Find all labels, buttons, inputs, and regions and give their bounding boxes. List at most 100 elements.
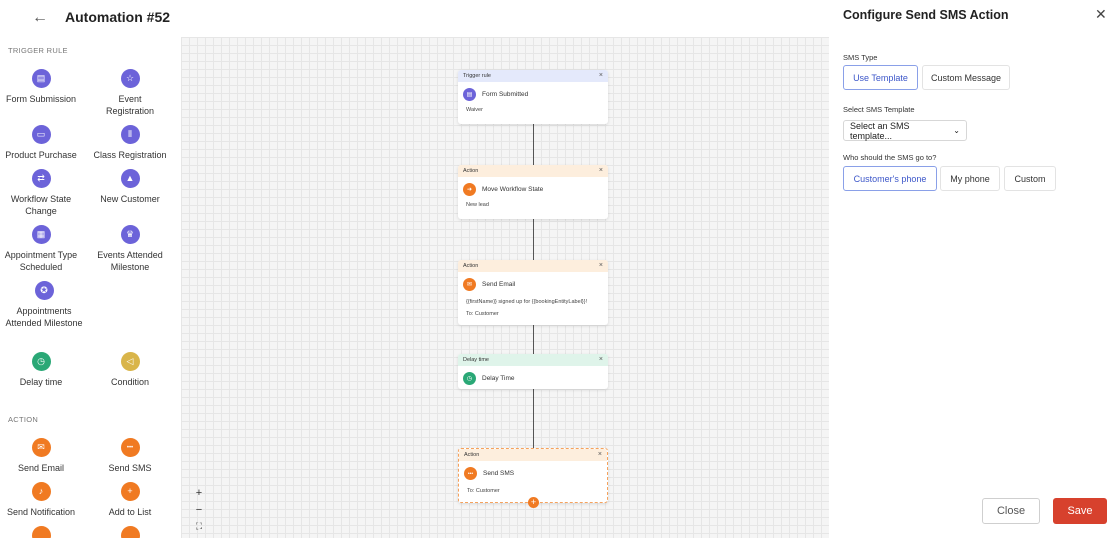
node-title: Send SMS: [483, 470, 515, 477]
palette-more-action[interactable]: [85, 526, 175, 538]
palette-label: Workflow State Change: [10, 194, 72, 216]
email-icon: ✉: [31, 438, 51, 457]
node-header-label: Action: [463, 168, 479, 174]
node-row: ▤ Form Submitted: [458, 82, 608, 101]
flow-node-action[interactable]: Action × ✉ Send Email {{firstName}} sign…: [458, 260, 608, 325]
node-header: Action ×: [458, 165, 608, 177]
palette-label: Form Submission: [5, 94, 77, 104]
palette-new-customer[interactable]: ▲ New Customer: [85, 169, 175, 205]
back-arrow-icon[interactable]: ←: [30, 8, 50, 28]
palette-label: Event Registration: [105, 94, 155, 116]
swap-icon: ⇄: [31, 169, 51, 188]
palette-send-sms[interactable]: ••• Send SMS: [85, 438, 175, 474]
palette-product-purchase[interactable]: ▭ Product Purchase: [0, 125, 86, 161]
trophy-icon: ♛: [120, 225, 140, 244]
close-icon[interactable]: ✕: [1095, 6, 1107, 23]
recipient-label: Who should the SMS go to?: [843, 153, 937, 162]
zoom-controls: + − ⛶: [191, 487, 207, 536]
palette-appointments-attended-milestone[interactable]: ✪ Appointments Attended Milestone: [0, 281, 89, 329]
node-title: Delay Time: [482, 375, 515, 382]
panel-title: Configure Send SMS Action: [843, 8, 1009, 22]
palette-label: Condition: [110, 377, 150, 387]
zoom-out-button[interactable]: −: [191, 504, 207, 519]
palette-add-to-list[interactable]: + Add to List: [85, 482, 175, 518]
palette-event-registration[interactable]: ☆ Event Registration: [85, 69, 175, 117]
flow-node-action[interactable]: Action × ➜ Move Workflow State New lead: [458, 165, 608, 219]
node-header-label: Action: [464, 452, 480, 458]
palette-appointment-type-scheduled[interactable]: ▦ Appointment Type Scheduled: [0, 225, 86, 273]
tag-icon: [31, 526, 51, 538]
node-header: Action ×: [459, 449, 607, 461]
save-button[interactable]: Save: [1053, 498, 1107, 524]
bell-icon: ♪: [31, 482, 51, 501]
node-header-label: Trigger rule: [463, 73, 491, 79]
form-icon: ▤: [31, 69, 51, 88]
palette-condition[interactable]: ◁ Condition: [85, 352, 175, 388]
sms-icon: •••: [120, 438, 140, 457]
node-recipient: To: Customer: [466, 311, 499, 317]
sidebar-palette: TRIGGER RULE ▤ Form Submission ☆ Event R…: [0, 37, 181, 538]
automation-editor: ← Automation #52 TRIGGER RULE ▤ Form Sub…: [0, 0, 1120, 538]
node-detail: Waiver: [466, 107, 483, 113]
customer-phone-option[interactable]: Customer's phone: [843, 166, 937, 191]
template-label: Select SMS Template: [843, 105, 915, 114]
palette-more-action[interactable]: [0, 526, 86, 538]
sms-type-label: SMS Type: [843, 53, 878, 62]
configure-panel: Configure Send SMS Action ✕ SMS Type Use…: [829, 0, 1120, 538]
sms-template-select[interactable]: Select an SMS template... ⌄: [843, 120, 967, 141]
palette-label: New Customer: [100, 194, 160, 204]
palette-form-submission[interactable]: ▤ Form Submission: [0, 69, 86, 105]
node-header: Delay time ×: [458, 354, 608, 366]
palette-events-attended-milestone[interactable]: ♛ Events Attended Milestone: [85, 225, 175, 273]
close-button[interactable]: Close: [982, 498, 1040, 524]
remove-node-icon[interactable]: ×: [599, 356, 603, 363]
remove-node-icon[interactable]: ×: [598, 451, 602, 458]
palette-label: Class Registration: [93, 150, 167, 160]
remove-node-icon[interactable]: ×: [599, 262, 603, 269]
palette-label: Appointment Type Scheduled: [4, 250, 78, 272]
node-detail: New lead: [466, 202, 489, 208]
clock-icon: ◷: [463, 372, 476, 385]
calendar-icon: ▦: [31, 225, 51, 244]
palette-send-notification[interactable]: ♪ Send Notification: [0, 482, 86, 518]
custom-recipient-option[interactable]: Custom: [1004, 166, 1056, 191]
use-template-option[interactable]: Use Template: [843, 65, 918, 90]
flow-node-trigger[interactable]: Trigger rule × ▤ Form Submitted Waiver: [458, 70, 608, 124]
node-row: ✉ Send Email: [458, 272, 608, 291]
palette-label: Product Purchase: [5, 150, 77, 160]
medal-icon: ✪: [34, 281, 54, 300]
palette-label: Send SMS: [108, 463, 152, 473]
node-title: Move Workflow State: [482, 186, 544, 193]
arrow-right-icon: ➜: [463, 183, 476, 196]
flow-node-delay[interactable]: Delay time × ◷ Delay Time: [458, 354, 608, 389]
page-title: Automation #52: [65, 9, 171, 25]
node-title: Send Email: [482, 281, 516, 288]
my-phone-option[interactable]: My phone: [940, 166, 1000, 191]
chart-icon: ▲: [120, 169, 140, 188]
node-header: Trigger rule ×: [458, 70, 608, 82]
select-value: Select an SMS template...: [850, 120, 910, 141]
palette-send-email[interactable]: ✉ Send Email: [0, 438, 86, 474]
palette-delay-time[interactable]: ◷ Delay time: [0, 352, 86, 388]
palette-workflow-state-change[interactable]: ⇄ Workflow State Change: [0, 169, 86, 217]
connector-line: [533, 124, 534, 165]
connector-line: [533, 389, 534, 448]
palette-label: Add to List: [108, 507, 152, 517]
add-step-icon[interactable]: +: [528, 497, 539, 508]
palette-class-registration[interactable]: ⫴ Class Registration: [85, 125, 175, 161]
chevron-down-icon: ⌄: [953, 126, 960, 135]
node-row: ➜ Move Workflow State: [458, 177, 608, 196]
zoom-in-button[interactable]: +: [191, 487, 207, 502]
condition-icon: ◁: [120, 352, 140, 371]
node-recipient: To: Customer: [467, 488, 500, 494]
custom-message-option[interactable]: Custom Message: [922, 65, 1010, 90]
remove-node-icon[interactable]: ×: [599, 72, 603, 79]
star-icon: ☆: [120, 69, 140, 88]
node-header-label: Action: [463, 263, 479, 269]
remove-node-icon[interactable]: ×: [599, 167, 603, 174]
workflow-canvas[interactable]: Trigger rule × ▤ Form Submitted Waiver A…: [181, 37, 829, 538]
node-detail: {{firstName}} signed up for {{bookingEnt…: [466, 299, 588, 305]
arrow-right-icon: [120, 526, 140, 538]
fit-view-button[interactable]: ⛶: [191, 521, 207, 536]
flow-node-action-selected[interactable]: Action × ••• Send SMS To: Customer: [458, 448, 608, 503]
